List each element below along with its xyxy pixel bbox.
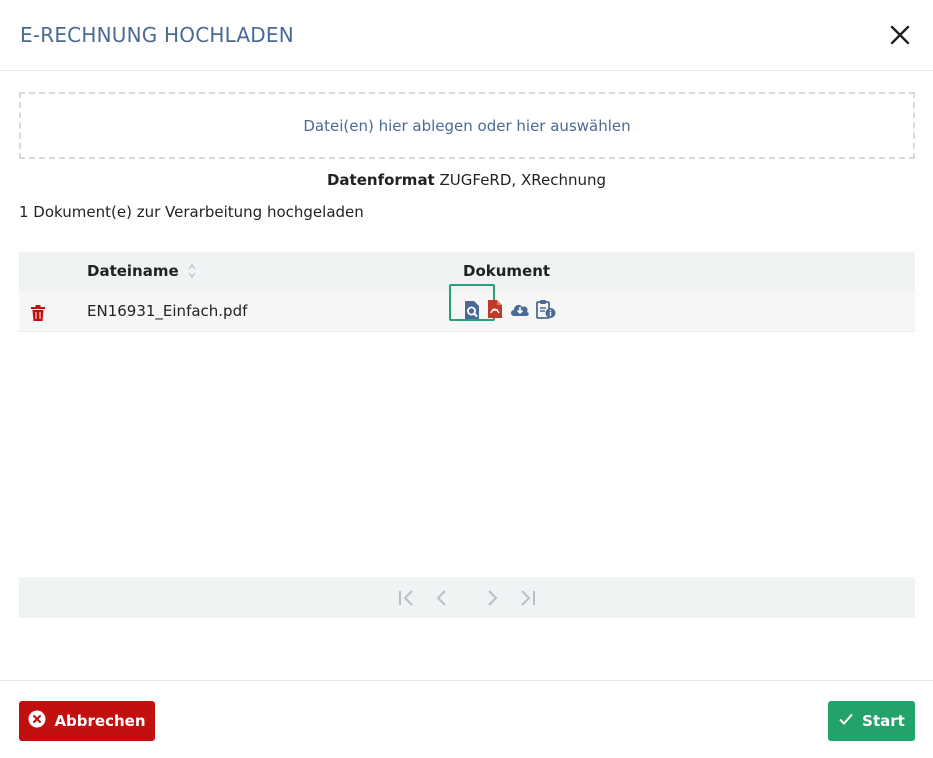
clipboard-info-icon[interactable] [535,299,557,323]
dialog-footer: Abbrechen Start [0,680,933,758]
dialog-header: E-RECHNUNG HOCHLADEN [0,0,933,71]
close-icon[interactable] [886,21,914,49]
data-format-value: ZUGFeRD, XRechnung [439,171,606,189]
check-icon [838,711,854,731]
preview-icon[interactable] [463,300,481,324]
dropzone-label: Datei(en) hier ablegen oder hier auswähl… [303,116,631,135]
first-page-icon[interactable] [397,588,417,608]
table-row: EN16931_Einfach.pdf [19,284,915,332]
data-format-line: Datenformat ZUGFeRD, XRechnung [0,171,933,189]
last-page-icon[interactable] [517,588,537,608]
document-actions [449,284,589,332]
cancel-button-label: Abbrechen [54,712,146,730]
column-header-document: Dokument [463,262,551,280]
previous-page-icon[interactable] [432,588,452,608]
upload-count: 1 Dokument(e) zur Verarbeitung hochgelad… [19,203,364,221]
pagination [19,577,915,618]
start-button-label: Start [862,712,905,730]
file-name: EN16931_Einfach.pdf [87,302,248,320]
column-header-filename-label: Dateiname [87,262,179,280]
download-icon[interactable] [509,301,531,321]
upload-table: Dateiname Dokument EN16931_Einfach.pdf [19,252,915,332]
sort-icon[interactable] [187,262,197,280]
trash-icon[interactable] [29,304,47,322]
dialog-title: E-RECHNUNG HOCHLADEN [20,23,294,47]
data-format-label: Datenformat [326,171,435,189]
column-header-filename[interactable]: Dateiname [87,262,197,280]
start-button[interactable]: Start [828,701,915,741]
pdf-icon[interactable] [487,299,503,323]
cancel-circle-icon [28,710,46,732]
next-page-icon[interactable] [482,588,502,608]
file-dropzone[interactable]: Datei(en) hier ablegen oder hier auswähl… [19,92,915,159]
cancel-button[interactable]: Abbrechen [19,701,155,741]
